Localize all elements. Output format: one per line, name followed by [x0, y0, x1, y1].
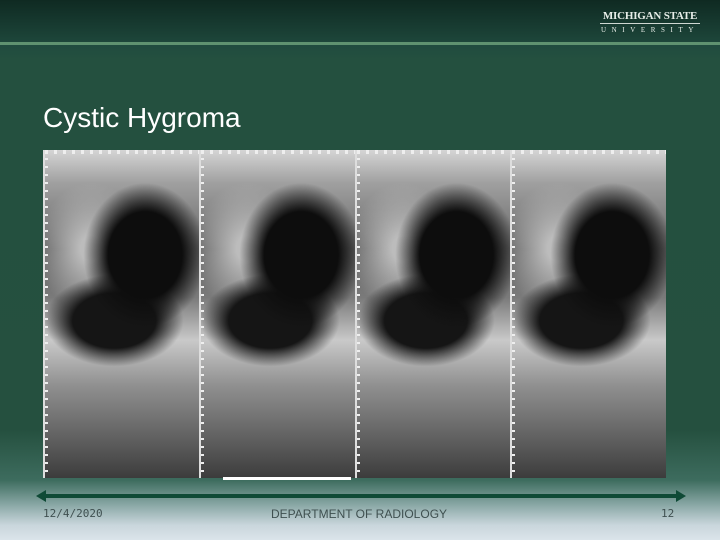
- image-scale-bar: [223, 477, 351, 480]
- ultrasound-panel-2: [198, 150, 355, 478]
- logo-line2: UNIVERSITY: [601, 26, 699, 34]
- footer-date: 12/4/2020: [43, 507, 103, 520]
- ultrasound-panel-1: [43, 150, 199, 478]
- ultrasound-images: [43, 150, 666, 478]
- ultrasound-panel-4: [510, 150, 666, 478]
- logo-line1: MICHIGAN STATE: [600, 10, 700, 24]
- msu-logo: MICHIGAN STATE UNIVERSITY: [600, 10, 700, 34]
- arrow-left-icon: [36, 490, 46, 502]
- slide-number: 12: [661, 507, 675, 520]
- header-divider: [0, 42, 720, 45]
- ultrasound-panel-3: [354, 150, 511, 478]
- footer-rule: [42, 494, 680, 498]
- footer-department: DEPARTMENT OF RADIOLOGY: [271, 507, 448, 521]
- slide-title: Cystic Hygroma: [43, 102, 241, 133]
- arrow-right-icon: [676, 490, 686, 502]
